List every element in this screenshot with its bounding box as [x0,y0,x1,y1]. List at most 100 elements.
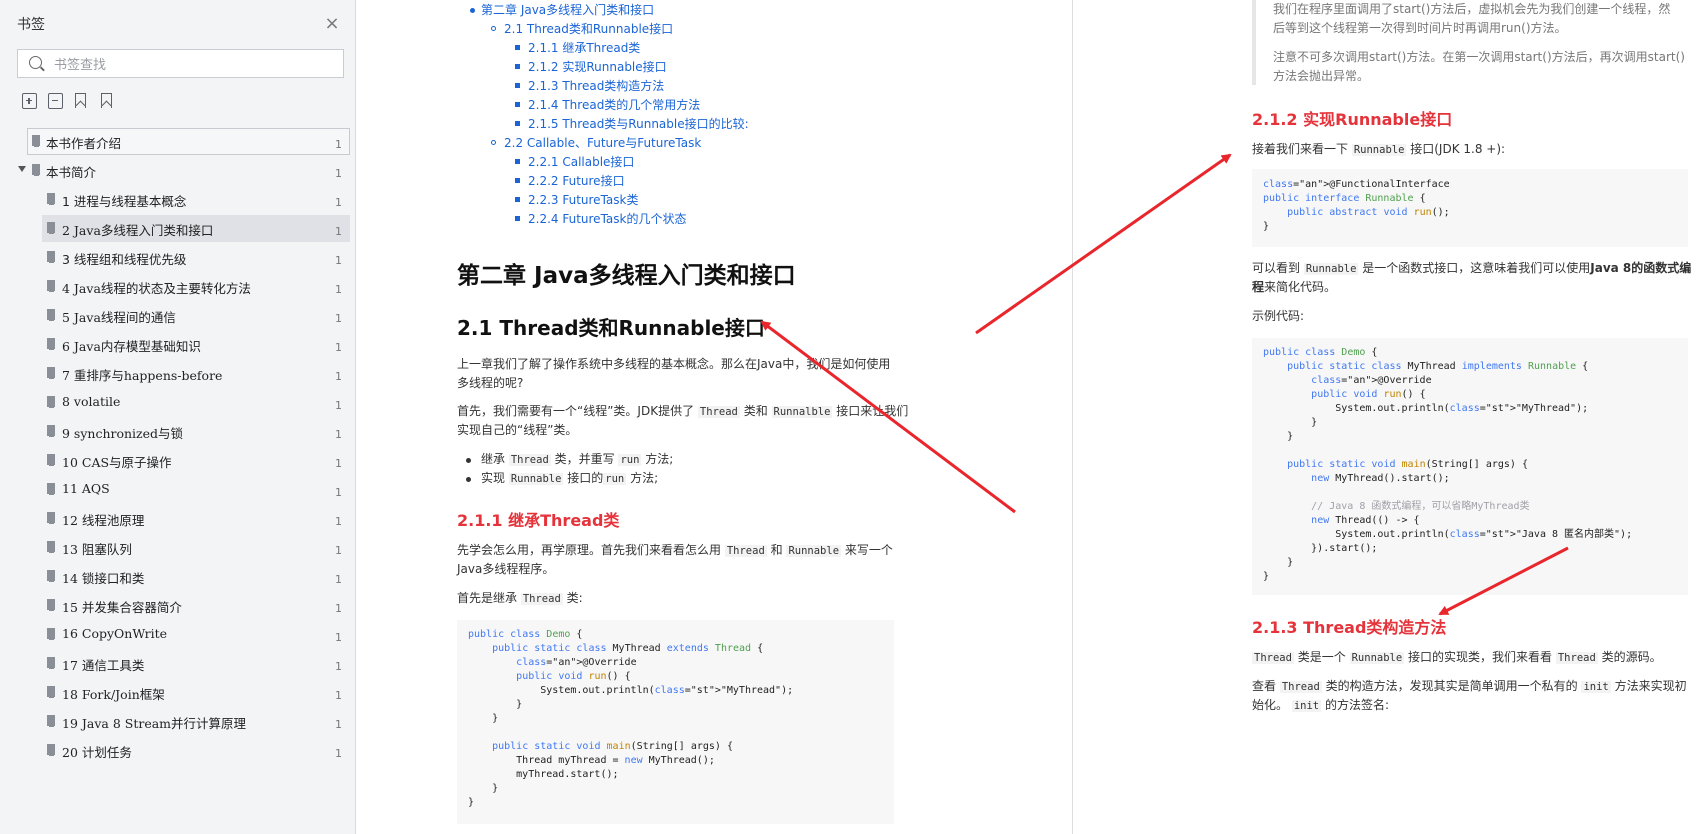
bookmark-item[interactable]: 3 线程组和线程优先级 1 [0,244,356,271]
bookmark-item[interactable]: 17 通信工具类 1 [0,650,356,677]
inline-code: Thread [1555,652,1598,664]
bookmark-item[interactable]: 13 阻塞队列 1 [0,534,356,561]
bookmark-label: 6 Java内存模型基础知识 [62,339,201,354]
bookmark-page: 1 [335,486,342,499]
bookmark-item[interactable]: 6 Java内存模型基础知识 1 [0,331,356,358]
bookmark-item[interactable]: 本书作者介绍 1 [0,128,356,155]
bookmark-page: 1 [335,341,342,354]
text: 查看 [1252,679,1277,693]
close-icon[interactable]: × [322,14,342,34]
paragraph-line: Thread 类是一个 Runnable 接口的实现类，我们来看看 Thread… [1252,648,1662,668]
text: 和 [770,543,783,557]
bookmark-label: 5 Java线程间的通信 [62,310,176,325]
bookmark-label: 8 volatile [62,394,121,409]
text: 接口(JDK 1.8 +): [1410,142,1506,156]
bookmark-page: 1 [335,573,342,586]
text: 方法; [645,452,674,466]
text: 继承 [481,452,506,466]
paragraph-line: 多线程的呢? [457,376,524,390]
bookmark-page: 1 [335,225,342,238]
toc-link[interactable]: 2.2.1 Callable接口 [528,153,634,170]
toc-link[interactable]: 2.1.4 Thread类的几个常用方法 [528,96,700,113]
inline-code: run [618,454,642,466]
bookmark-item[interactable]: 5 Java线程间的通信 1 [0,302,356,329]
toc-link[interactable]: 2.1 Thread类和Runnable接口 [504,20,673,37]
bookmark-icon[interactable] [101,93,112,108]
bookmark-item-selected[interactable]: 2 Java多线程入门类和接口 1 [0,215,356,242]
toc-link[interactable]: 2.1.3 Thread类构造方法 [528,77,664,94]
text: 类是一个 [1297,650,1346,664]
bookmark-page: 1 [335,196,342,209]
bookmark-label: 16 CopyOnWrite [62,626,168,641]
bookmark-flag-icon [47,454,55,469]
bookmark-flag-icon [32,135,40,150]
blockquote-bar [1252,0,1256,85]
bookmark-flag-icon [32,164,40,179]
bookmark-search[interactable] [17,49,344,78]
bookmark-flag-icon [47,251,55,266]
bookmark-item[interactable]: 7 重排序与happens-before 1 [0,360,356,387]
text: 始化。 [1252,698,1289,712]
bookmark-label: 本书作者介绍 [46,136,122,151]
paragraph-line: 首先，我们需要有一个“线程”类。JDK提供了 Thread 类和 Runnalb… [457,402,908,422]
text: 接口的实现类，我们来看看 [1408,650,1553,664]
toc-link[interactable]: 2.2 Callable、Future与FutureTask [504,134,701,151]
subsection-heading: 2.1.1 继承Thread类 [457,511,620,530]
inline-code: Thread [697,406,740,418]
expand-caret-icon[interactable] [18,166,26,172]
bookmark-item[interactable]: 19 Java 8 Stream并行计算原理 1 [0,708,356,735]
bookmark-flag-icon [47,309,55,324]
bookmark-label: 3 线程组和线程优先级 [62,252,187,267]
paragraph-line: 可以看到 Runnable 是一个函数式接口，这意味着我们可以使用Java 8的… [1252,259,1691,279]
bookmark-page: 1 [335,428,342,441]
bookmark-item[interactable]: 16 CopyOnWrite 1 [0,621,356,648]
add-bookmark-icon[interactable] [75,93,86,108]
bookmark-flag-icon [47,425,55,440]
inline-code: Runnable [1349,652,1405,664]
toc-link[interactable]: 第二章 Java多线程入门类和接口 [481,1,654,18]
bookmark-item[interactable]: 12 线程池原理 1 [0,505,356,532]
bookmark-item[interactable]: 11 AQS 1 [0,476,356,503]
toc-link[interactable]: 2.1.5 Thread类与Runnable接口的比较: [528,115,749,132]
text: 接口的 [567,471,604,485]
bookmark-item[interactable]: 8 volatile 1 [0,389,356,416]
bookmark-flag-icon [47,686,55,701]
bookmark-page: 1 [335,747,342,760]
bookmark-page: 1 [335,718,342,731]
bookmark-panel: 书签 × 本书作者介绍 1 本书简介 1 1 进程与线程基本概念 1 [0,0,356,834]
bookmark-item[interactable]: 15 并发集合容器简介 1 [0,592,356,619]
text: 类的构造方法，发现其实是简单调用一个私有的 [1325,679,1578,693]
inline-code: Runnable [508,473,564,485]
expand-all-icon[interactable] [22,93,37,109]
list-bullet [466,477,471,482]
bookmark-item[interactable]: 本书简介 1 [0,157,356,184]
bookmark-item[interactable]: 10 CAS与原子操作 1 [0,447,356,474]
bookmark-page: 1 [335,457,342,470]
bookmark-label: 15 并发集合容器简介 [62,600,182,615]
text: 方法来实现初 [1614,679,1687,693]
bookmark-label: 12 线程池原理 [62,513,145,528]
bookmark-item[interactable]: 20 计划任务 1 [0,737,356,764]
bookmark-item[interactable]: 18 Fork/Join框架 1 [0,679,356,706]
bookmark-label: 4 Java线程的状态及主要转化方法 [62,281,251,296]
paragraph-line: 始化。 init 的方法签名: [1252,696,1389,716]
toc-link[interactable]: 2.2.4 FutureTask的几个状态 [528,210,686,227]
bookmark-flag-icon [47,657,55,672]
toc-link[interactable]: 2.2.3 FutureTask类 [528,191,638,208]
bookmark-label: 14 锁接口和类 [62,571,145,586]
bookmark-label: 17 通信工具类 [62,658,145,673]
bookmark-search-input[interactable] [52,54,336,76]
bookmark-item[interactable]: 9 synchronized与锁 1 [0,418,356,445]
paragraph-line: 示例代码: [1252,309,1305,323]
collapse-all-icon[interactable] [48,93,63,109]
toc-link[interactable]: 2.1.2 实现Runnable接口 [528,58,667,75]
bookmark-item[interactable]: 1 进程与线程基本概念 1 [0,186,356,213]
bookmark-label: 2 Java多线程入门类和接口 [62,223,214,238]
toc-link[interactable]: 2.1.1 继承Thread类 [528,39,640,56]
bookmark-item[interactable]: 14 锁接口和类 1 [0,563,356,590]
bookmark-label: 20 计划任务 [62,745,132,760]
toc-link[interactable]: 2.2.2 Future接口 [528,172,625,189]
code-text: public class Demo { public static class … [468,629,794,808]
bookmark-item[interactable]: 4 Java线程的状态及主要转化方法 1 [0,273,356,300]
paragraph-line: 上一章我们了解了操作系统中多线程的基本概念。那么在Java中，我们是如何使用 [457,357,891,371]
